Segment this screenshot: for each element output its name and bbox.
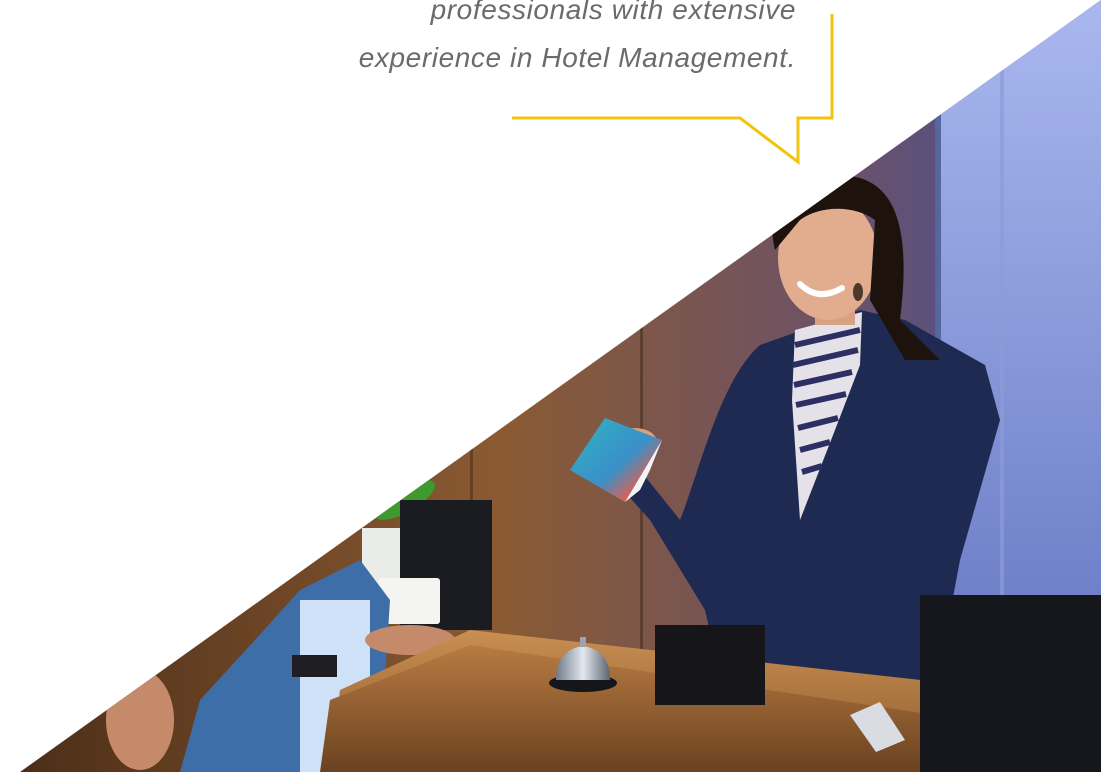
quote-line-2: experience in Hotel Management.	[358, 42, 796, 73]
testimonial-section: professionals with extensive experience …	[0, 0, 1101, 772]
hotel-reception-photo	[20, 0, 1101, 772]
quote-line-1: professionals with extensive	[430, 0, 796, 25]
testimonial-quote: professionals with extensive experience …	[176, 0, 796, 82]
